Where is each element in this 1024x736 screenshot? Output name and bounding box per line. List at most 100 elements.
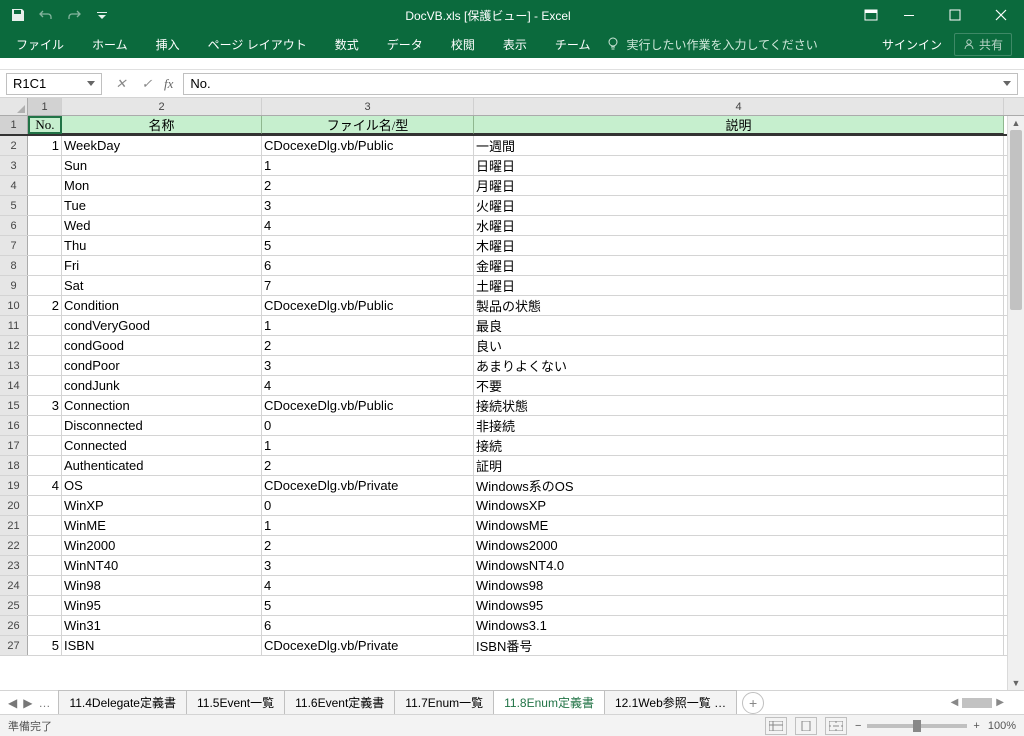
- row-header[interactable]: 7: [0, 236, 28, 255]
- cell[interactable]: Win2000: [62, 536, 262, 555]
- cell[interactable]: 2: [262, 536, 474, 555]
- cell[interactable]: 一週間: [474, 136, 1004, 155]
- tab-data[interactable]: データ: [375, 31, 435, 58]
- cell[interactable]: Win95: [62, 596, 262, 615]
- cell[interactable]: ISBN: [62, 636, 262, 655]
- cell[interactable]: [28, 456, 62, 475]
- zoom-handle[interactable]: [913, 720, 921, 732]
- cell[interactable]: WindowsXP: [474, 496, 1004, 515]
- zoom-in-button[interactable]: +: [973, 720, 979, 732]
- scroll-up-icon[interactable]: ▲: [1008, 116, 1024, 130]
- cell[interactable]: 木曜日: [474, 236, 1004, 255]
- cell[interactable]: condJunk: [62, 376, 262, 395]
- sheet-tab[interactable]: 12.1Web参照一覧 …: [604, 690, 737, 716]
- cancel-formula-icon[interactable]: ✕: [112, 76, 130, 92]
- row-header[interactable]: 23: [0, 556, 28, 575]
- undo-icon[interactable]: [36, 5, 56, 25]
- col-header-4[interactable]: 4: [474, 98, 1004, 115]
- cell[interactable]: 5: [262, 236, 474, 255]
- new-sheet-button[interactable]: +: [742, 692, 764, 714]
- cell[interactable]: [28, 316, 62, 335]
- cell[interactable]: Windows系のOS: [474, 476, 1004, 495]
- cell[interactable]: Windows98: [474, 576, 1004, 595]
- sheet-tab[interactable]: 11.8Enum定義書: [493, 690, 605, 716]
- header-cell[interactable]: No.: [28, 116, 62, 134]
- cell[interactable]: [28, 576, 62, 595]
- header-cell[interactable]: ファイル名/型: [262, 116, 474, 134]
- cell[interactable]: 水曜日: [474, 216, 1004, 235]
- cell[interactable]: 土曜日: [474, 276, 1004, 295]
- cell[interactable]: WindowsNT4.0: [474, 556, 1004, 575]
- view-normal-icon[interactable]: [765, 717, 787, 735]
- cell[interactable]: 3: [28, 396, 62, 415]
- cell[interactable]: 3: [262, 196, 474, 215]
- cell[interactable]: 接続状態: [474, 396, 1004, 415]
- cell[interactable]: 2: [262, 336, 474, 355]
- row-header[interactable]: 24: [0, 576, 28, 595]
- cell[interactable]: [28, 256, 62, 275]
- save-icon[interactable]: [8, 5, 28, 25]
- row-header[interactable]: 17: [0, 436, 28, 455]
- cell[interactable]: [28, 176, 62, 195]
- vertical-scrollbar[interactable]: ▲ ▼: [1007, 116, 1024, 690]
- cell[interactable]: WindowsME: [474, 516, 1004, 535]
- tab-page-layout[interactable]: ページ レイアウト: [196, 31, 319, 58]
- cell[interactable]: 最良: [474, 316, 1004, 335]
- cell[interactable]: [28, 536, 62, 555]
- cell[interactable]: Win31: [62, 616, 262, 635]
- sheet-nav-prev-icon[interactable]: ◀: [6, 696, 19, 710]
- cell[interactable]: [28, 496, 62, 515]
- minimize-button[interactable]: [886, 0, 932, 30]
- cell[interactable]: 2: [28, 296, 62, 315]
- cell[interactable]: [28, 556, 62, 575]
- row-header[interactable]: 13: [0, 356, 28, 375]
- sheet-tab[interactable]: 11.7Enum一覧: [394, 690, 494, 716]
- cell[interactable]: CDocexeDlg.vb/Public: [262, 136, 474, 155]
- select-all-corner[interactable]: [0, 98, 28, 115]
- cell[interactable]: 0: [262, 416, 474, 435]
- cell[interactable]: 火曜日: [474, 196, 1004, 215]
- cell[interactable]: condGood: [62, 336, 262, 355]
- row-header[interactable]: 21: [0, 516, 28, 535]
- cell[interactable]: Windows95: [474, 596, 1004, 615]
- cell[interactable]: 良い: [474, 336, 1004, 355]
- cell[interactable]: CDocexeDlg.vb/Public: [262, 396, 474, 415]
- row-header[interactable]: 3: [0, 156, 28, 175]
- close-button[interactable]: [978, 0, 1024, 30]
- enter-formula-icon[interactable]: ✓: [138, 76, 156, 92]
- header-cell[interactable]: 説明: [474, 116, 1004, 134]
- row-header[interactable]: 26: [0, 616, 28, 635]
- cell[interactable]: [28, 156, 62, 175]
- row-header[interactable]: 22: [0, 536, 28, 555]
- row-header[interactable]: 9: [0, 276, 28, 295]
- cell[interactable]: [28, 236, 62, 255]
- cell[interactable]: Tue: [62, 196, 262, 215]
- cell[interactable]: 2: [262, 456, 474, 475]
- formula-input[interactable]: No.: [183, 73, 1018, 95]
- row-header[interactable]: 12: [0, 336, 28, 355]
- cell[interactable]: WinNT40: [62, 556, 262, 575]
- cell[interactable]: 4: [262, 216, 474, 235]
- cell[interactable]: 7: [262, 276, 474, 295]
- cell[interactable]: [28, 216, 62, 235]
- cell[interactable]: 1: [262, 436, 474, 455]
- cell[interactable]: Fri: [62, 256, 262, 275]
- scrollbar-thumb[interactable]: [1010, 130, 1022, 310]
- cell[interactable]: Sun: [62, 156, 262, 175]
- zoom-slider[interactable]: − +: [855, 720, 980, 732]
- row-header[interactable]: 20: [0, 496, 28, 515]
- name-box[interactable]: [6, 73, 102, 95]
- cell[interactable]: [28, 196, 62, 215]
- tab-home[interactable]: ホーム: [80, 31, 140, 58]
- cell[interactable]: [28, 616, 62, 635]
- chevron-down-icon[interactable]: [87, 81, 95, 86]
- cell[interactable]: condVeryGood: [62, 316, 262, 335]
- tab-team[interactable]: チーム: [543, 31, 603, 58]
- cell[interactable]: WinXP: [62, 496, 262, 515]
- row-header[interactable]: 19: [0, 476, 28, 495]
- cell[interactable]: 3: [262, 356, 474, 375]
- cell[interactable]: 1: [262, 516, 474, 535]
- cell[interactable]: 証明: [474, 456, 1004, 475]
- cell[interactable]: あまりよくない: [474, 356, 1004, 375]
- row-header[interactable]: 15: [0, 396, 28, 415]
